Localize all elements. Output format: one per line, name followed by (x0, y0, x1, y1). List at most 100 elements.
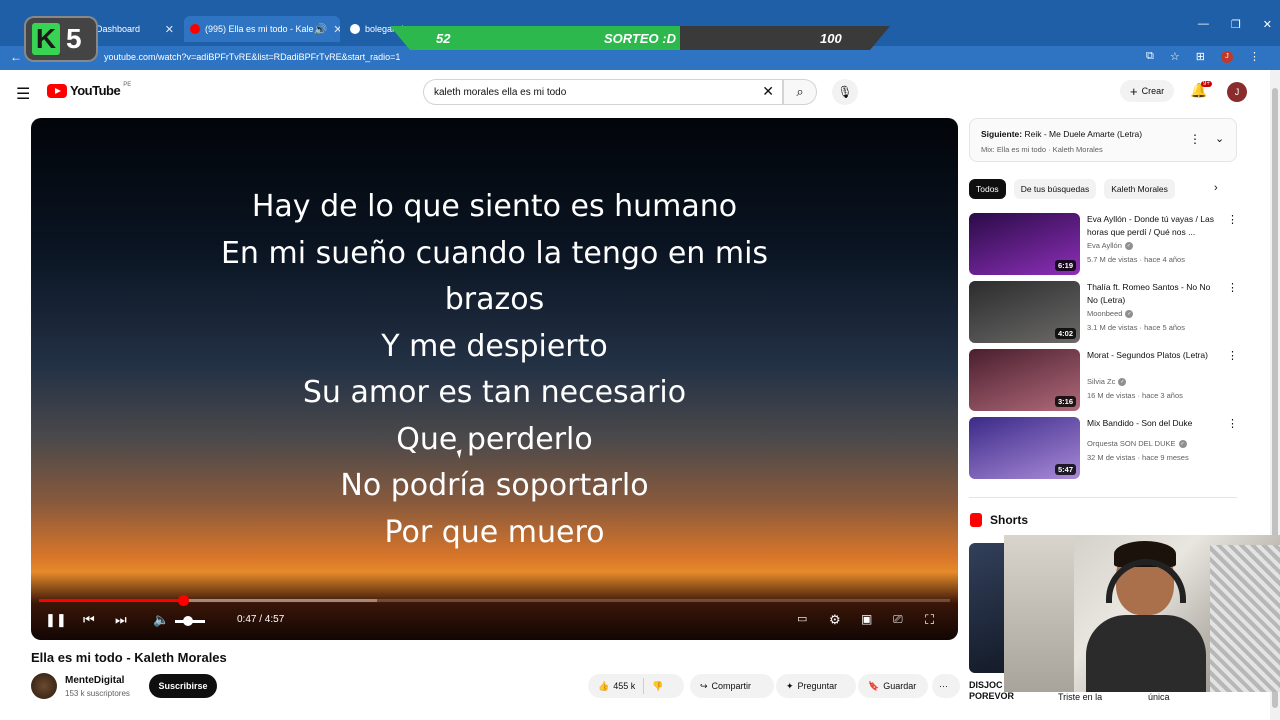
microphone-icon: 🎙 (837, 85, 853, 99)
recommended-video[interactable]: 6:19 Eva Ayllón - Donde tú vayas / Las ho… (969, 213, 1239, 275)
subscriber-count: 153 k suscriptores (65, 689, 130, 698)
rec-channel[interactable]: Silvia Zc ✓ (1087, 377, 1127, 387)
maximize-icon[interactable]: ❐ (1231, 18, 1241, 31)
channel-avatar[interactable] (31, 673, 57, 699)
volume-slider[interactable] (175, 616, 205, 626)
extensions-icon[interactable]: ⊞ (1196, 50, 1205, 63)
chevron-right-icon[interactable]: › (1214, 182, 1218, 194)
kebab-menu-icon[interactable]: ⋮ (1227, 349, 1238, 362)
lyric-line: Su amor es tan necesario (302, 375, 687, 410)
create-label: Crear (1141, 86, 1165, 96)
speaker-icon[interactable]: 🔊 (314, 23, 328, 36)
previous-icon[interactable]: ⏮ (83, 612, 95, 628)
rec-channel[interactable]: Orquesta SON DEL DUKE ✓ (1087, 439, 1187, 449)
hamburger-menu-icon[interactable]: ☰ (16, 84, 30, 104)
miniplayer-icon[interactable]: ▣ (861, 612, 872, 626)
subtitles-icon[interactable]: ▭ (797, 612, 807, 625)
voice-search-button[interactable]: 🎙 (832, 79, 858, 105)
volume-icon[interactable]: 🔈 (153, 612, 169, 628)
video-progress-bar[interactable] (39, 595, 950, 606)
rec-meta: 16 M de vistas · hace 3 años (1087, 391, 1183, 400)
close-window-icon[interactable]: ✕ (1263, 18, 1272, 31)
logo-text: YouTube (70, 83, 121, 98)
tab-label: Dashboard (96, 24, 141, 34)
kebab-menu-icon[interactable]: ⋮ (1189, 132, 1201, 146)
close-icon[interactable]: ✕ (333, 23, 340, 36)
up-next-prefix: Siguiente: (981, 129, 1023, 139)
save-button[interactable]: 🔖 Guardar (858, 674, 928, 698)
chip-kaleth-morales[interactable]: Kaleth Morales (1104, 179, 1175, 199)
short-caption[interactable]: Triste en la (1058, 692, 1102, 702)
lyric-line: Hay de lo que siento es humano (251, 189, 738, 224)
cast-icon[interactable]: ⎚ (893, 612, 903, 627)
tab-youtube[interactable]: (995) Ella es mi todo - Kale 🔊 ✕ (184, 16, 340, 42)
kebab-menu-icon[interactable]: ⋮ (1227, 281, 1238, 294)
channel-name[interactable]: MenteDigital (65, 675, 124, 686)
create-button[interactable]: + Crear (1120, 80, 1175, 102)
settings-gear-icon[interactable]: ⚙ (829, 612, 841, 628)
account-avatar[interactable]: J (1227, 82, 1247, 102)
rec-channel[interactable]: Eva Ayllón ✓ (1087, 241, 1133, 251)
volume-handle[interactable] (183, 616, 193, 626)
rec-meta: 32 M de vistas · hace 9 meses (1087, 453, 1189, 462)
back-arrow-icon[interactable]: ← (10, 50, 22, 64)
more-actions-button[interactable]: ··· (932, 674, 960, 698)
divider (969, 497, 1237, 498)
rec-meta: 3.1 M de vistas · hace 5 años (1087, 323, 1185, 332)
video-thumbnail[interactable]: 4:02 (969, 281, 1080, 343)
sparkle-icon: ✦ (786, 680, 794, 691)
video-player[interactable]: Hay de lo que siento es humano En mi sue… (31, 118, 958, 640)
up-next-card[interactable]: Siguiente: Reik - Me Duele Amarte (Letra… (969, 118, 1237, 162)
search-input[interactable]: kaleth morales ella es mi todo ✕ (423, 79, 783, 105)
ask-button[interactable]: ✦ Preguntar (776, 674, 856, 698)
fullscreen-icon[interactable]: ⛶ (925, 612, 934, 628)
rec-title[interactable]: Mix Bandido - Son del Duke (1087, 417, 1217, 430)
url-field[interactable]: youtube.com/watch?v=adiBPFrTvRE&list=RDa… (104, 52, 400, 62)
minimize-icon[interactable]: — (1198, 18, 1209, 31)
video-thumbnail[interactable]: 3:16 (969, 349, 1080, 411)
short-caption[interactable]: única (1148, 692, 1170, 702)
search-button[interactable]: ⌕ (783, 79, 817, 105)
scrubber-handle[interactable] (177, 595, 189, 606)
background-shelf (1004, 535, 1074, 692)
kebab-menu-icon[interactable]: ⋮ (1249, 50, 1260, 63)
recommended-video[interactable]: 4:02 Thalía ft. Romeo Santos - No No No (… (969, 281, 1239, 343)
profile-avatar[interactable]: J (1221, 50, 1233, 63)
rec-title[interactable]: Morat - Segundos Platos (Letra) (1087, 349, 1217, 362)
rec-channel-name: Moonbeed (1087, 309, 1123, 318)
rec-channel[interactable]: Moonbeed ✓ (1087, 309, 1134, 319)
rec-title[interactable]: Eva Ayllón - Donde tú vayas / Las horas … (1087, 213, 1217, 239)
install-icon[interactable]: ⧉ (1146, 50, 1154, 63)
tab-dashboard[interactable]: Dashboard ✕ (90, 16, 180, 42)
chevron-down-icon[interactable]: ⌄ (1215, 132, 1224, 145)
thumbs-down-icon[interactable]: 👎 (652, 681, 663, 692)
streamer-person (1086, 541, 1206, 692)
clear-search-icon[interactable]: ✕ (762, 83, 774, 100)
close-icon[interactable]: ✕ (165, 23, 174, 36)
thumbs-up-icon[interactable]: 👍 (598, 681, 609, 692)
chip-all[interactable]: Todos (969, 179, 1006, 199)
country-code: PE (123, 81, 132, 88)
kebab-menu-icon[interactable]: ⋮ (1227, 417, 1238, 430)
youtube-logo[interactable]: YouTube PE (47, 81, 132, 98)
share-button[interactable]: ↪ Compartir (690, 674, 774, 698)
k-logo-icon: K (32, 23, 60, 55)
pause-icon[interactable]: ❚❚ (45, 612, 67, 628)
video-thumbnail[interactable]: 5:47 (969, 417, 1080, 479)
more-dots-icon: ··· (939, 681, 948, 691)
bookmark-star-icon[interactable]: ☆ (1170, 50, 1180, 63)
shorts-heading: Shorts (990, 513, 1029, 527)
subscribe-button[interactable]: Suscribirse (149, 674, 217, 698)
rec-title[interactable]: Thalía ft. Romeo Santos - No No No (Letr… (1087, 281, 1217, 307)
like-count[interactable]: 455 k (613, 681, 635, 691)
recommended-video[interactable]: 3:16 Morat - Segundos Platos (Letra) Silvi… (969, 349, 1239, 411)
next-icon[interactable]: ⏭ (115, 612, 127, 628)
background-bed (1210, 545, 1280, 692)
bookmark-icon: 🔖 (868, 680, 880, 691)
score-label: SORTEO :D (604, 31, 676, 46)
recommended-video[interactable]: 5:47 Mix Bandido - Son del Duke Orquesta S… (969, 417, 1239, 479)
video-thumbnail[interactable]: 6:19 (969, 213, 1080, 275)
notification-count: 9+ (1201, 81, 1212, 87)
kebab-menu-icon[interactable]: ⋮ (1227, 213, 1238, 226)
chip-from-searches[interactable]: De tus búsquedas (1013, 179, 1097, 199)
